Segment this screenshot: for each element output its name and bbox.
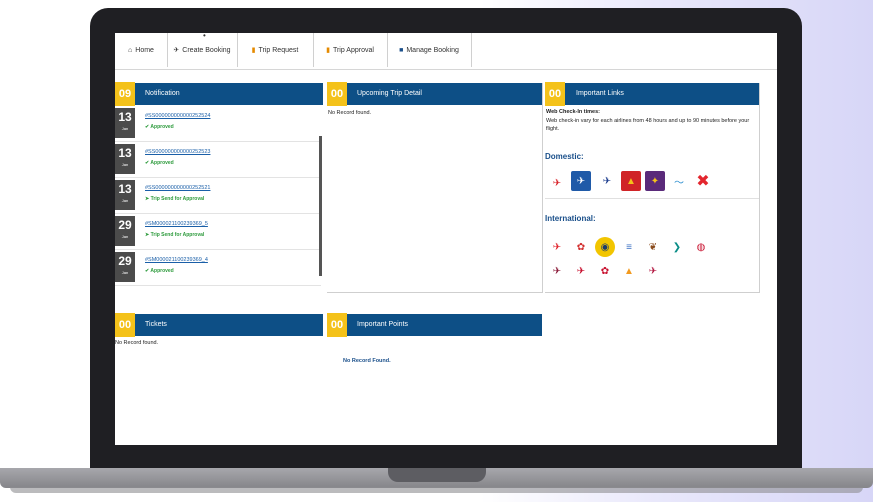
tab-create-booking-label: Create Booking xyxy=(182,46,231,54)
tab-manage-booking[interactable]: ■ Manage Booking xyxy=(387,33,472,67)
plane-icon: ✈ xyxy=(173,47,180,54)
date-badge: 13 Jan xyxy=(115,144,135,174)
tab-home[interactable]: ⌂ Home xyxy=(115,33,168,67)
status-text: ✔ Approved xyxy=(145,124,174,130)
tickets-header: 00 Tickets xyxy=(115,313,323,337)
booking-ref-link[interactable]: #SS000000000000252523 xyxy=(145,149,210,155)
points-count: 00 xyxy=(327,313,347,337)
tickets-count: 00 xyxy=(115,313,135,337)
tickets-title: Tickets xyxy=(145,321,167,328)
list-item[interactable]: 13 Jan #SS000000000000252521 ➤ Trip Send … xyxy=(115,178,321,214)
important-points-panel: 00 Important Points No Record Found. xyxy=(327,313,542,424)
date-badge: 29 Jan xyxy=(115,252,135,282)
panel-border xyxy=(545,83,760,293)
date-badge: 13 Jan xyxy=(115,180,135,210)
list-item[interactable]: 13 Jan #SS000000000000252524 ✔ Approved xyxy=(115,106,321,142)
tab-home-label: Home xyxy=(135,46,154,54)
document-icon: ▮ xyxy=(251,47,256,54)
date-badge: 13 Jan xyxy=(115,108,135,138)
booking-ref-link[interactable]: #SS000000000000252521 xyxy=(145,185,210,191)
tab-trip-request[interactable]: ▮ Trip Request xyxy=(237,33,314,67)
tab-trip-approval-label: Trip Approval xyxy=(332,46,374,54)
status-text: ✔ Approved xyxy=(145,160,174,166)
list-item[interactable]: 29 Jan #SM000021100239369_5 ➤ Trip Send f… xyxy=(115,214,321,250)
home-icon: ⌂ xyxy=(128,46,133,54)
upcoming-trip-panel: 00 Upcoming Trip Detail No Record found. xyxy=(327,82,543,293)
top-navigation: • ⌂ Home ✈ Create Booking ▮ Trip Request… xyxy=(115,33,777,70)
notification-list: 13 Jan #SS000000000000252524 ✔ Approved 1… xyxy=(115,106,323,292)
tab-trip-approval[interactable]: ▮ Trip Approval xyxy=(313,33,388,67)
important-links-panel: 00 Important Links Web Check-In times: W… xyxy=(545,82,760,293)
tickets-empty-text: No Record found. xyxy=(115,340,159,346)
tickets-panel: 00 Tickets No Record found. xyxy=(115,313,323,424)
tab-create-booking[interactable]: ✈ Create Booking xyxy=(167,33,238,67)
status-text: ➤ Trip Send for Approval xyxy=(145,232,205,238)
tab-manage-booking-label: Manage Booking xyxy=(406,46,459,54)
booking-ref-link[interactable]: #SS000000000000252524 xyxy=(145,113,210,119)
booking-ref-link[interactable]: #SM000021100239369_4 xyxy=(145,257,208,263)
notification-count: 09 xyxy=(115,82,135,106)
list-item[interactable]: 29 Jan #SM000021100239369_4 ✔ Approved xyxy=(115,250,321,286)
points-title: Important Points xyxy=(357,321,408,328)
points-header: 00 Important Points xyxy=(327,313,542,337)
list-item[interactable]: 13 Jan #SS000000000000252523 ✔ Approved xyxy=(115,142,321,178)
notification-panel: 09 Notification 13 Jan #SS000000000000252… xyxy=(115,82,323,293)
panel-border xyxy=(327,83,543,293)
status-text: ➤ Trip Send for Approval xyxy=(145,196,205,202)
notification-header: 09 Notification xyxy=(115,82,323,106)
tab-trip-request-label: Trip Request xyxy=(258,46,299,54)
app-screen: • ⌂ Home ✈ Create Booking ▮ Trip Request… xyxy=(115,33,777,445)
document-icon: ▮ xyxy=(326,47,330,54)
laptop-hinge-notch xyxy=(388,468,486,482)
booking-ref-link[interactable]: #SM000021100239369_5 xyxy=(145,221,208,227)
status-text: ✔ Approved xyxy=(145,268,174,274)
scrollbar[interactable] xyxy=(319,136,322,276)
laptop-shadow xyxy=(10,487,863,493)
briefcase-icon: ■ xyxy=(399,46,404,54)
notification-title: Notification xyxy=(145,90,180,97)
date-badge: 29 Jan xyxy=(115,216,135,246)
points-empty-text: No Record Found. xyxy=(343,358,391,364)
